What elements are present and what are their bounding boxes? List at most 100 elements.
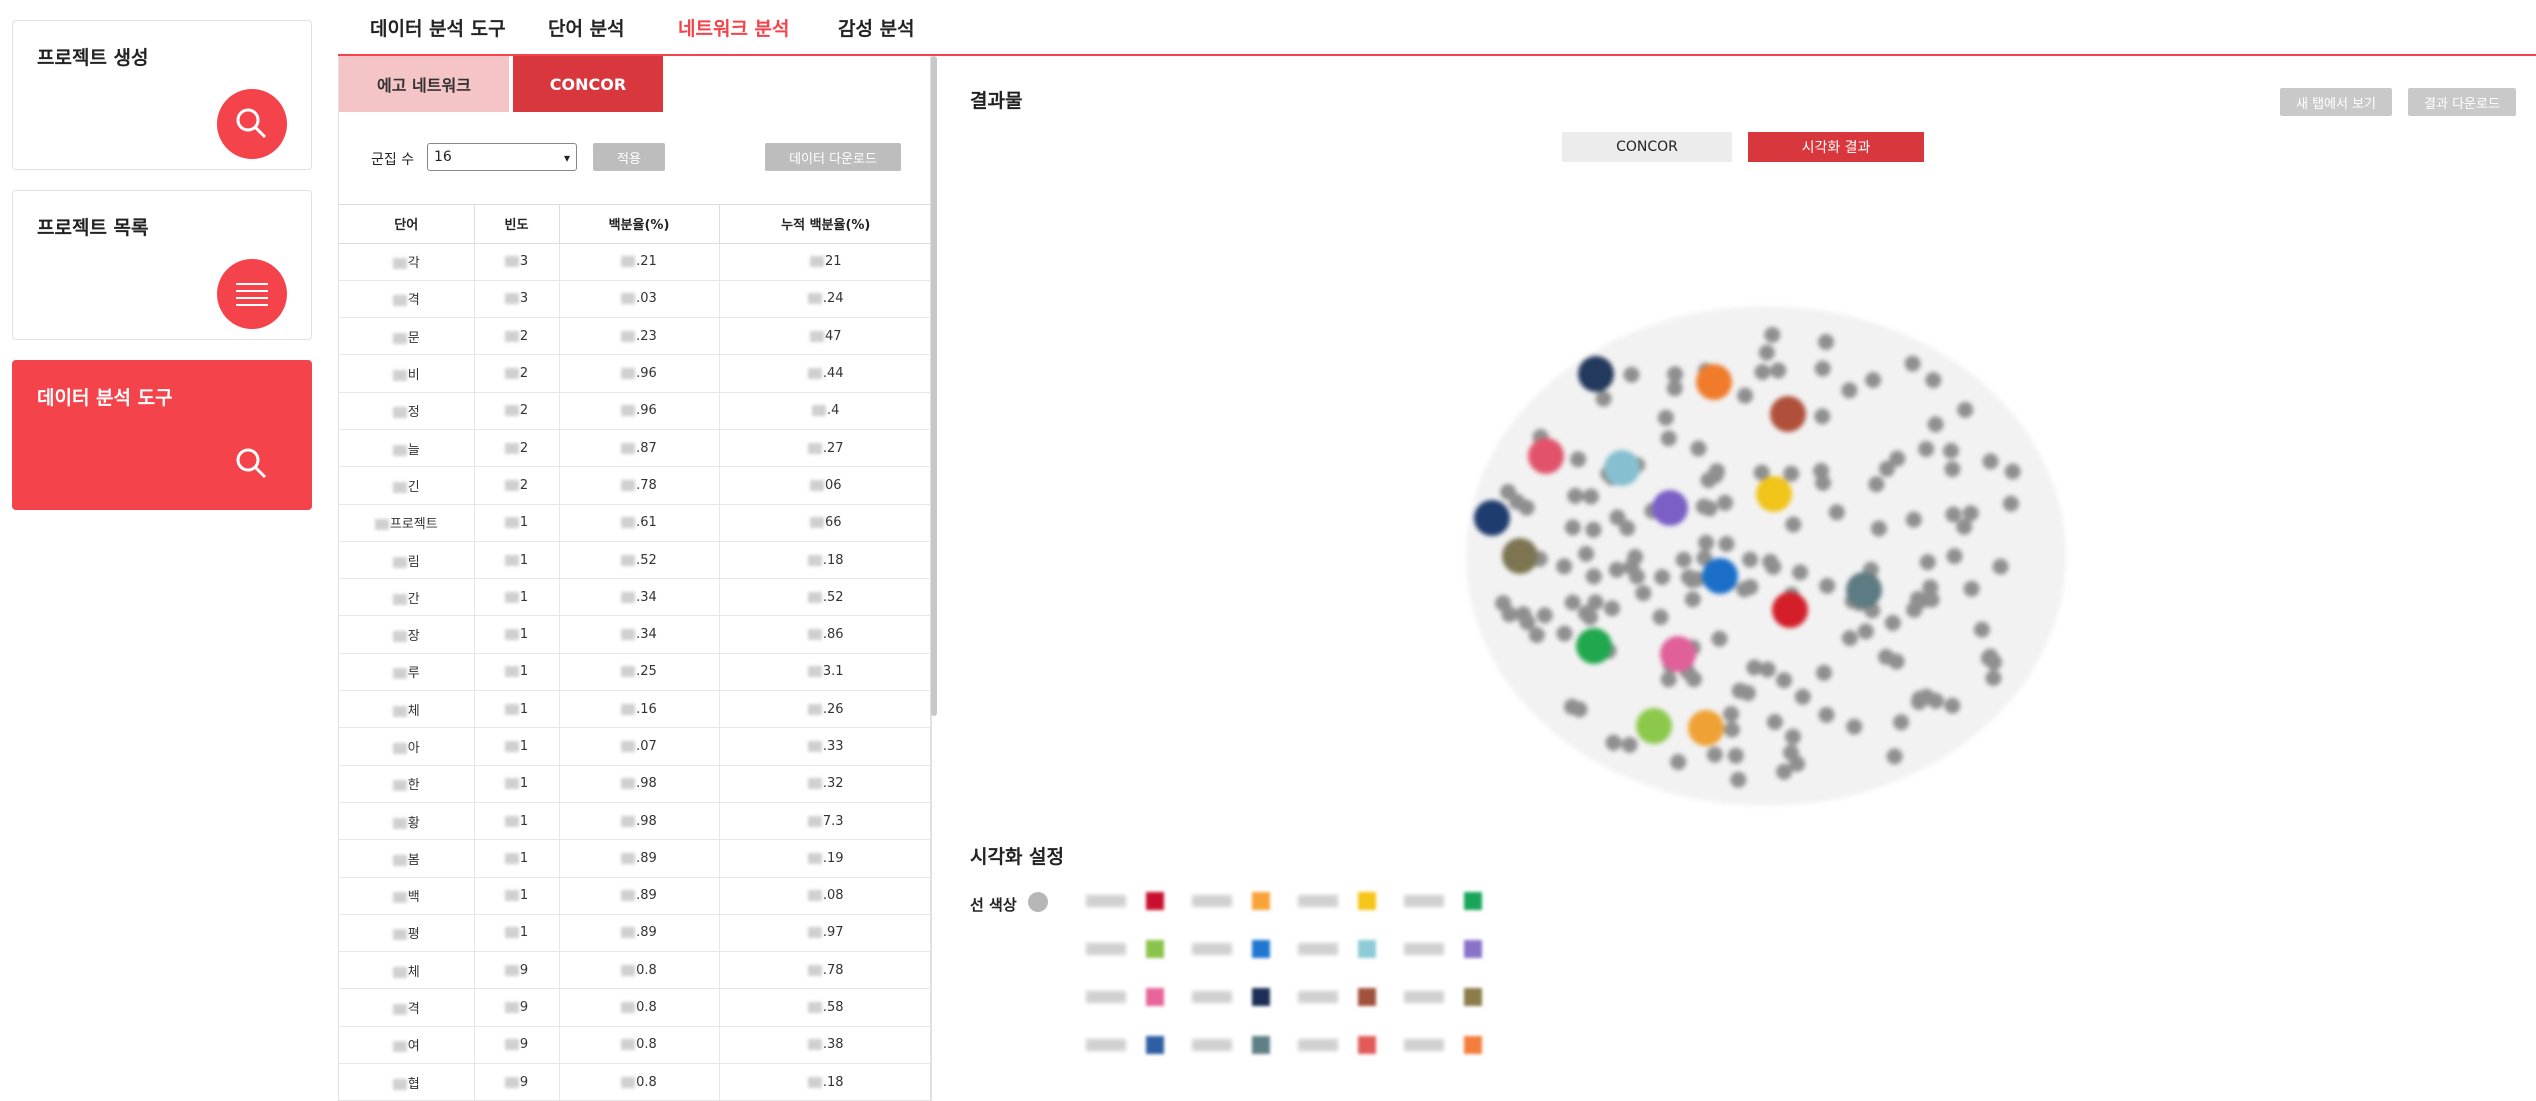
tab-data-analysis[interactable]: 데이터 분석 도구 <box>370 14 506 41</box>
table-row[interactable]: 황 1.98 7.3 <box>339 802 931 841</box>
palette-item[interactable] <box>1086 1034 1164 1056</box>
table-cell: 9 <box>474 1026 560 1065</box>
palette-swatch[interactable] <box>1252 1036 1270 1054</box>
palette-label <box>1086 991 1126 1003</box>
table-cell: 1 <box>474 578 560 617</box>
apply-button[interactable]: 적용 <box>593 143 665 171</box>
cluster-count-select[interactable]: 16 ▾ <box>427 143 577 171</box>
graph-node <box>1698 534 1715 551</box>
card-data-analysis[interactable]: 데이터 분석 도구 <box>12 360 312 510</box>
table-row[interactable]: 봄 1.89.19 <box>339 839 931 878</box>
toggle-concor[interactable]: CONCOR <box>1562 132 1732 162</box>
palette-swatch[interactable] <box>1146 1036 1164 1054</box>
cluster-count-label: 군집 수 <box>371 152 415 168</box>
palette-swatch[interactable] <box>1358 988 1376 1006</box>
graph-node <box>1813 462 1830 479</box>
column-header-percent[interactable]: 백분율(%) <box>559 205 720 244</box>
table-row[interactable]: 격 3.03.24 <box>339 280 931 319</box>
palette-item[interactable] <box>1086 890 1164 912</box>
data-download-button[interactable]: 데이터 다운로드 <box>765 143 901 171</box>
table-row[interactable]: 프로젝트 1.61 66 <box>339 504 931 542</box>
table-row[interactable]: 간 1.34.52 <box>339 578 931 617</box>
table-row[interactable]: 늘 2.87.27 <box>339 429 931 468</box>
graph-node <box>1495 595 1512 612</box>
open-new-tab-button[interactable]: 새 탭에서 보기 <box>2280 88 2392 116</box>
subtab-concor[interactable]: CONCOR <box>513 56 663 112</box>
palette-swatch[interactable] <box>1358 940 1376 958</box>
graph-node <box>1675 551 1692 568</box>
table-row[interactable]: 평 1.89.97 <box>339 914 931 953</box>
network-graph[interactable] <box>1436 256 2096 856</box>
table-cell: .24 <box>719 280 931 319</box>
table-row[interactable]: 격 9 0.8.58 <box>339 988 931 1027</box>
table-row[interactable]: 아 1.07.33 <box>339 727 931 766</box>
graph-cluster-node <box>1660 636 1696 672</box>
palette-swatch[interactable] <box>1464 940 1482 958</box>
palette-item[interactable] <box>1086 938 1164 960</box>
palette-item[interactable] <box>1298 986 1376 1008</box>
column-header-frequency[interactable]: 빈도 <box>474 205 560 244</box>
table-row[interactable]: 체 1.16.26 <box>339 690 931 729</box>
graph-node <box>1956 518 1973 535</box>
column-header-cumulative[interactable]: 누적 백분율(%) <box>719 205 931 244</box>
table-cell: 봄 <box>339 839 475 878</box>
graph-node <box>1816 664 1832 681</box>
palette-item[interactable] <box>1192 938 1270 960</box>
table-row[interactable]: 체 9 0.8.78 <box>339 951 931 990</box>
palette-item[interactable] <box>1192 1034 1270 1056</box>
table-cell: .07 <box>559 727 720 766</box>
graph-cluster-node <box>1578 356 1614 392</box>
toggle-visualization-result[interactable]: 시각화 결과 <box>1748 132 1924 162</box>
table-row[interactable]: 백 1.89.08 <box>339 877 931 915</box>
table-row[interactable]: 장 1.34.86 <box>339 615 931 654</box>
palette-swatch[interactable] <box>1146 940 1164 958</box>
palette-item[interactable] <box>1404 1034 1482 1056</box>
graph-node <box>1910 591 1926 607</box>
table-row[interactable]: 문 2.23 47 <box>339 317 931 356</box>
tab-word-analysis[interactable]: 단어 분석 <box>548 14 625 41</box>
palette-swatch[interactable] <box>1464 988 1482 1006</box>
column-header-word[interactable]: 단어 <box>339 205 475 244</box>
tab-sentiment-analysis[interactable]: 감성 분석 <box>838 14 915 41</box>
graph-cluster-node <box>1770 396 1806 432</box>
palette-swatch[interactable] <box>1358 892 1376 910</box>
table-row[interactable]: 각 3.21 21 <box>339 243 931 281</box>
palette-swatch[interactable] <box>1358 1036 1376 1054</box>
palette-item[interactable] <box>1192 986 1270 1008</box>
table-row[interactable]: 정 2.96.4 <box>339 392 931 430</box>
table-cell: 0.8 <box>559 951 720 990</box>
table-cell: .25 <box>559 653 720 692</box>
table-row[interactable]: 비 2.96.44 <box>339 354 931 393</box>
card-project-create[interactable]: 프로젝트 생성 <box>12 20 312 170</box>
graph-cluster-node <box>1652 490 1688 526</box>
palette-item[interactable] <box>1404 938 1482 960</box>
subtab-ego-network[interactable]: 에고 네트워크 <box>339 56 509 112</box>
palette-swatch[interactable] <box>1464 1036 1482 1054</box>
table-cell: 3.1 <box>719 653 931 692</box>
table-row[interactable]: 여 9 0.8.38 <box>339 1026 931 1065</box>
palette-swatch[interactable] <box>1252 940 1270 958</box>
palette-swatch[interactable] <box>1146 892 1164 910</box>
palette-item[interactable] <box>1192 890 1270 912</box>
download-result-button[interactable]: 결과 다운로드 <box>2408 88 2516 116</box>
table-row[interactable]: 루 1.25 3.1 <box>339 653 931 692</box>
palette-item[interactable] <box>1404 890 1482 912</box>
card-project-list[interactable]: 프로젝트 목록 <box>12 190 312 340</box>
table-row[interactable]: 긴 2.78 06 <box>339 466 931 505</box>
tab-network-analysis[interactable]: 네트워크 분석 <box>678 14 790 41</box>
palette-label <box>1298 895 1338 907</box>
palette-item[interactable] <box>1404 986 1482 1008</box>
palette-swatch[interactable] <box>1252 988 1270 1006</box>
palette-swatch[interactable] <box>1146 988 1164 1006</box>
palette-swatch[interactable] <box>1252 892 1270 910</box>
palette-item[interactable] <box>1086 986 1164 1008</box>
palette-swatch[interactable] <box>1464 892 1482 910</box>
table-cell: .16 <box>559 690 720 729</box>
table-row[interactable]: 협 9 0.8.18 <box>339 1063 931 1101</box>
palette-item[interactable] <box>1298 938 1376 960</box>
table-row[interactable]: 림 1.52.18 <box>339 541 931 580</box>
table-row[interactable]: 한 1.98.32 <box>339 765 931 803</box>
line-color-swatch[interactable] <box>1028 892 1048 912</box>
palette-item[interactable] <box>1298 1034 1376 1056</box>
palette-item[interactable] <box>1298 890 1376 912</box>
